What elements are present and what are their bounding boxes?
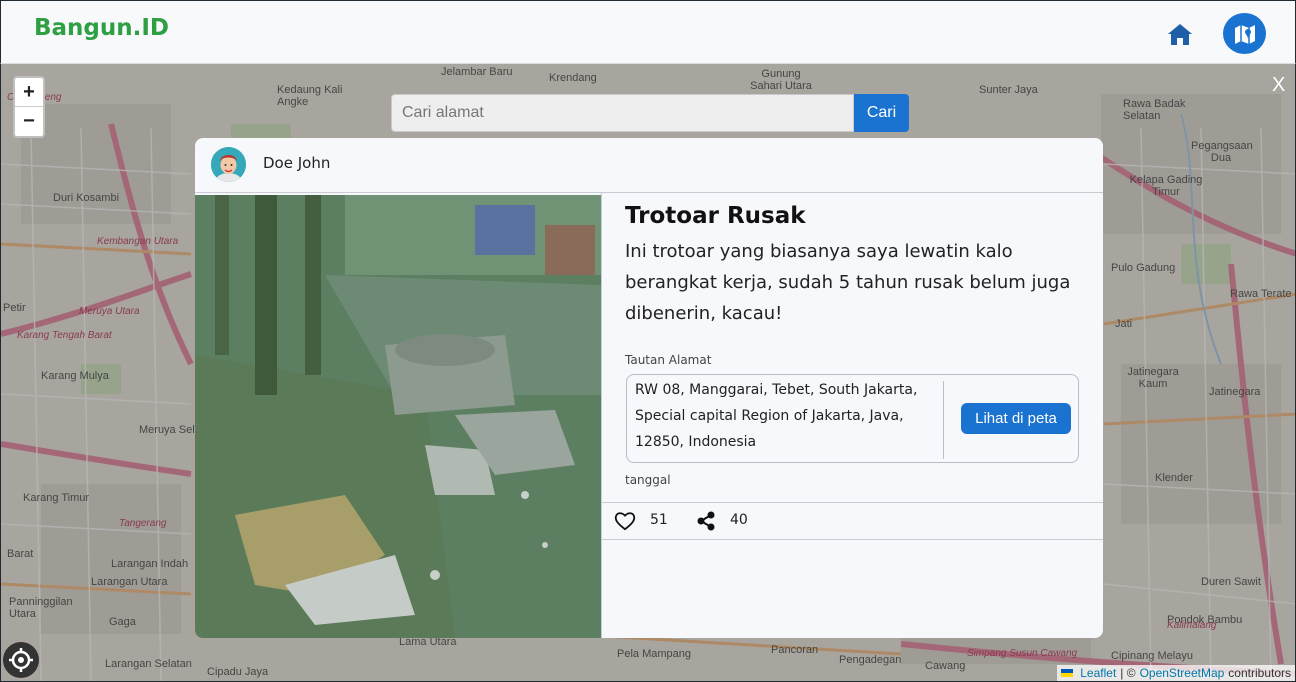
- address-divider: [943, 381, 944, 459]
- heart-icon[interactable]: [614, 511, 636, 531]
- zoom-control: + −: [13, 76, 45, 138]
- view-on-map-button[interactable]: Lihat di peta: [961, 403, 1071, 434]
- date-label: tanggal: [625, 473, 671, 487]
- brand-logo[interactable]: Bangun.ID: [34, 15, 169, 41]
- post-description: Ini trotoar yang biasanya saya lewatin k…: [625, 241, 1071, 324]
- post-photo: [195, 195, 601, 638]
- home-button[interactable]: [1165, 19, 1195, 49]
- map-attribution: Leaflet | © OpenStreetMap contributors: [1057, 665, 1295, 681]
- top-navbar: Bangun.ID: [0, 0, 1296, 64]
- address-search: Cari: [391, 94, 909, 132]
- ukraine-flag-icon: [1061, 669, 1074, 677]
- locate-button[interactable]: [3, 642, 39, 678]
- zoom-out-button[interactable]: −: [15, 107, 43, 136]
- like-count: 51: [650, 512, 668, 528]
- search-input[interactable]: [391, 94, 854, 132]
- post-author[interactable]: Doe John: [263, 154, 330, 172]
- zoom-in-button[interactable]: +: [15, 78, 43, 107]
- attribution-separator: | ©: [1120, 666, 1136, 680]
- post-header: Doe John: [195, 138, 1103, 193]
- post-modal: Doe John Trotoar Rusak Ini trotoar yang …: [195, 138, 1103, 638]
- close-button[interactable]: X: [1272, 74, 1285, 97]
- address-box: RW 08, Manggarai, Tebet, South Jakarta, …: [626, 374, 1079, 463]
- share-count: 40: [730, 512, 748, 528]
- user-avatar-icon: [211, 147, 246, 182]
- home-icon: [1168, 24, 1192, 45]
- address-link-label: Tautan Alamat: [625, 353, 712, 367]
- search-button[interactable]: Cari: [854, 94, 909, 132]
- vertical-divider: [601, 193, 602, 638]
- address-text: RW 08, Manggarai, Tebet, South Jakarta, …: [635, 382, 918, 450]
- share-icon[interactable]: [696, 511, 716, 531]
- leaflet-link[interactable]: Leaflet: [1080, 666, 1116, 680]
- post-title: Trotoar Rusak: [625, 203, 806, 229]
- post-actions: 51 40: [601, 502, 1103, 540]
- osm-link[interactable]: OpenStreetMap: [1140, 666, 1225, 680]
- avatar[interactable]: [211, 147, 246, 182]
- map-icon: [1234, 24, 1255, 44]
- attribution-suffix: contributors: [1228, 666, 1291, 680]
- crosshair-icon: [9, 648, 33, 672]
- map-button[interactable]: [1223, 13, 1266, 54]
- post-content: Trotoar Rusak Ini trotoar yang biasanya …: [625, 198, 1085, 329]
- broken-sidewalk-image: [195, 195, 601, 638]
